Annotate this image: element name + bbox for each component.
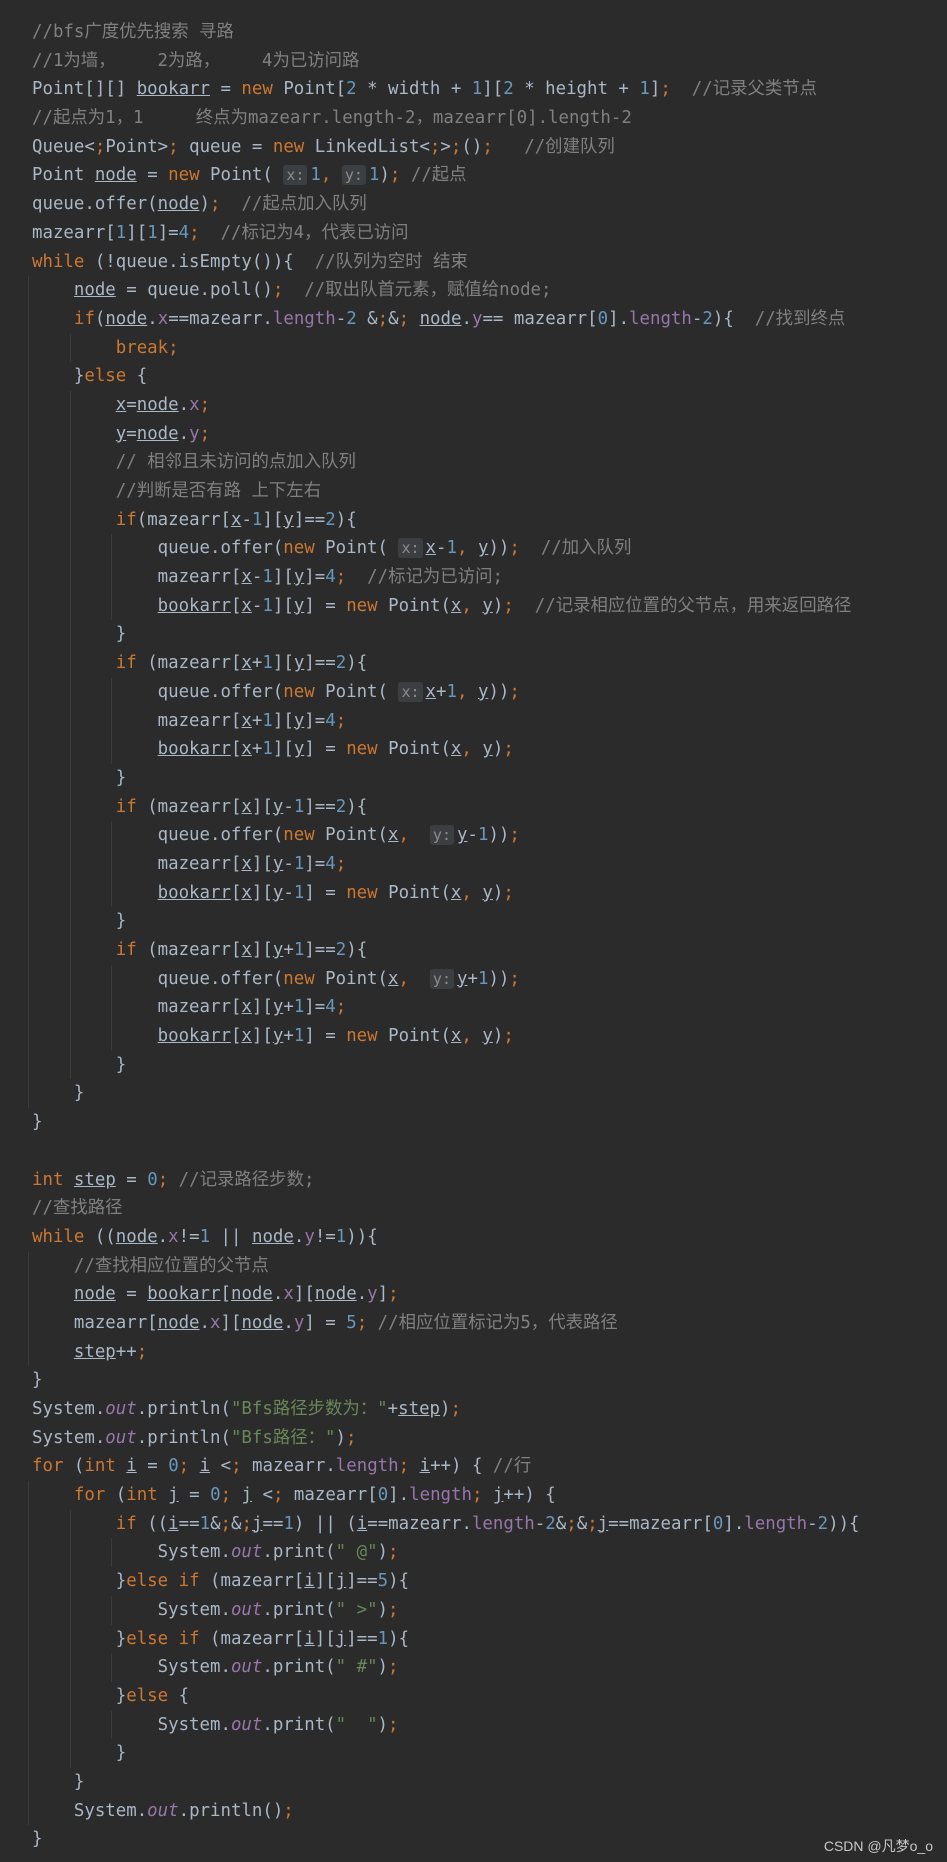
- code-line: if(node.x==mazearr.length-2 &;&; node.y=…: [28, 304, 947, 334]
- code-line: int step = 0; //记录路径步数;: [32, 1169, 315, 1190]
- code-line: //bfs广度优先搜索 寻路: [32, 22, 234, 42]
- code-line: if (mazearr[x][y-1]==2){: [28, 792, 947, 822]
- code-line: }: [28, 1739, 947, 1768]
- code-line: }: [28, 1767, 947, 1797]
- code-line: mazearr[x][y+1]=4;: [28, 993, 947, 1023]
- code-line: System.out.println("Bfs路径：");: [32, 1427, 357, 1448]
- code-line: //起点为1，1 终点为mazearr.length-2，mazearr[0].…: [32, 108, 632, 129]
- code-line: //1为墙， 2为路， 4为已访问路: [32, 50, 360, 71]
- code-line: // 相邻且未访问的点加入队列: [28, 448, 947, 477]
- code-line: }else if (mazearr[i][j]==5){: [28, 1567, 947, 1596]
- code-line: for (int j = 0; j <; mazearr[0].length; …: [28, 1481, 947, 1510]
- code-line: Point[][] bookarr = new Point[2 * width …: [32, 79, 818, 100]
- code-line: node = bookarr[node.x][node.y];: [28, 1280, 947, 1309]
- code-line: }: [32, 1112, 43, 1133]
- code-line: mazearr[x][y-1]=4;: [28, 849, 947, 879]
- code-line: queue.offer(node); //起点加入队列: [32, 194, 367, 215]
- code-line: mazearr[node.x][node.y] = 5; //相应位置标记为5，…: [28, 1308, 947, 1338]
- code-line: node = queue.poll(); //取出队首元素，赋值给node;: [28, 276, 947, 305]
- code-line: Point node = new Point( x: 1, y: 1); //起点: [32, 165, 467, 186]
- code-line: bookarr[x+1][y] = new Point(x, y);: [28, 735, 947, 764]
- code-line: System.out.println("Bfs路径步数为："+step);: [32, 1399, 461, 1419]
- code-line: mazearr[x+1][y]=4;: [28, 706, 947, 736]
- code-line: bookarr[x-1][y] = new Point(x, y); //记录相…: [28, 591, 947, 621]
- code-line: break;: [28, 333, 947, 363]
- code-line: System.out.print(" >");: [28, 1595, 947, 1625]
- code-line: }else {: [28, 1681, 947, 1711]
- code-line: }: [28, 907, 947, 936]
- code-line: }else if (mazearr[i][j]==1){: [28, 1624, 947, 1654]
- code-line: //查找相应位置的父节点: [28, 1251, 947, 1281]
- code-line: System.out.println();: [28, 1796, 947, 1826]
- code-line: if(mazearr[x-1][y]==2){: [28, 505, 947, 535]
- code-line: System.out.print(" @");: [28, 1538, 947, 1568]
- code-line: queue.offer(new Point(x, y: y+1));: [28, 964, 947, 994]
- code-line: for (int i = 0; i <; mazearr.length; i++…: [32, 1456, 532, 1477]
- code-line: Queue<;Point>; queue = new LinkedList<;>…: [32, 136, 615, 157]
- code-line: }: [28, 763, 947, 793]
- code-line: }: [28, 1050, 947, 1080]
- code-line: }else {: [28, 362, 947, 391]
- code-line: }: [32, 1370, 43, 1391]
- code-line: }: [32, 1829, 43, 1850]
- code-line: bookarr[x][y-1] = new Point(x, y);: [28, 878, 947, 908]
- code-line: if (mazearr[x+1][y]==2){: [28, 649, 947, 678]
- csdn-watermark: CSDN @凡梦o_o: [823, 1838, 933, 1854]
- code-line: step++;: [28, 1337, 947, 1367]
- code-line: queue.offer(new Point( x: x+1, y));: [28, 677, 947, 707]
- code-line: //判断是否有路 上下左右: [28, 477, 947, 506]
- code-line: if (mazearr[x][y+1]==2){: [28, 936, 947, 965]
- code-editor[interactable]: //bfs广度优先搜索 寻路 //1为墙， 2为路， 4为已访问路 Point[][…: [28, 18, 947, 1854]
- code-line: System.out.print(" #");: [28, 1653, 947, 1682]
- code-line: //查找路径: [32, 1198, 123, 1219]
- code-line: System.out.print(" ");: [28, 1710, 947, 1740]
- code-line: while ((node.x!=1 || node.y!=1)){: [32, 1226, 378, 1247]
- code-line: bookarr[x][y+1] = new Point(x, y);: [28, 1022, 947, 1051]
- code-line: y=node.y;: [28, 419, 947, 449]
- code-line: }: [28, 1079, 947, 1109]
- code-line: mazearr[1][1]=4; //标记为4，代表已访问: [32, 222, 409, 243]
- code-line: }: [28, 620, 947, 650]
- code-line: if ((i==1&;&;j==1) || (i==mazearr.length…: [28, 1509, 947, 1539]
- code-line: queue.offer(new Point( x: x-1, y)); //加入队…: [28, 534, 947, 564]
- code-line: x=node.x;: [28, 390, 947, 420]
- code-line: while (!queue.isEmpty()){ //队列为空时 结束: [32, 251, 468, 272]
- code-line: queue.offer(new Point(x, y: y-1));: [28, 821, 947, 850]
- code-line: mazearr[x-1][y]=4; //标记为已访问;: [28, 563, 947, 592]
